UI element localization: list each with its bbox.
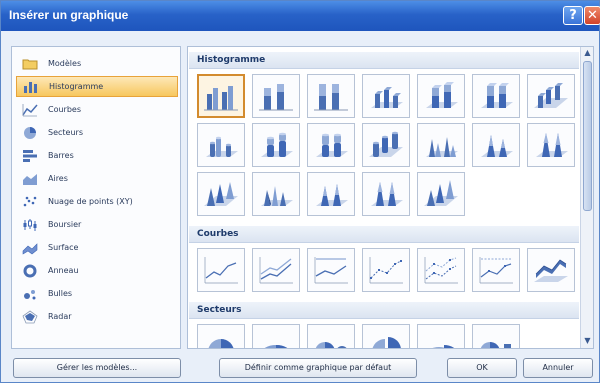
surface-chart-icon: [22, 241, 38, 255]
category-item-bulles[interactable]: Bulles: [16, 283, 178, 304]
chart-thumb-pie-of-pie[interactable]: [307, 324, 355, 348]
chart-thumb-3d-cylinder[interactable]: [362, 123, 410, 167]
chart-thumb-3d-column[interactable]: [527, 74, 575, 118]
area-chart-icon: [22, 172, 38, 186]
scatter-chart-icon: [22, 195, 38, 209]
category-item-nuage-de-points[interactable]: Nuage de points (XY): [16, 191, 178, 212]
close-icon: ✕: [587, 8, 598, 23]
cancel-button[interactable]: Annuler: [523, 358, 593, 378]
chart-thumb-stacked-cone[interactable]: [472, 123, 520, 167]
chart-thumb-100-stacked-column[interactable]: [307, 74, 355, 118]
chart-thumb-clustered-cone[interactable]: [417, 123, 465, 167]
category-label: Anneau: [48, 266, 79, 275]
help-icon: ?: [569, 8, 577, 23]
category-label: Courbes: [48, 105, 82, 114]
line-chart-icon: [22, 103, 38, 117]
chart-thumb-3d-pyramid[interactable]: [417, 172, 465, 216]
chart-thumb-100-stacked-pyramid[interactable]: [362, 172, 410, 216]
chart-thumb-3d-100-stacked-column[interactable]: [472, 74, 520, 118]
set-default-chart-button[interactable]: Définir comme graphique par défaut: [219, 358, 417, 378]
chart-thumb-clustered-column[interactable]: [197, 74, 245, 118]
category-label: Nuage de points (XY): [48, 197, 133, 206]
chart-thumb-3d-clustered-column[interactable]: [362, 74, 410, 118]
chart-thumb-100-stacked-cone[interactable]: [527, 123, 575, 167]
chart-category-list: Modèles Histogramme Courbes Secteurs Bar…: [11, 46, 181, 349]
chart-thumb-stacked-line-with-markers[interactable]: [417, 248, 465, 292]
chart-type-gallery: Histogramme Courbes Secteurs ▲ ▼: [187, 46, 594, 349]
category-label: Barres: [48, 151, 74, 160]
manage-templates-button[interactable]: Gérer les modèles...: [13, 358, 181, 378]
insert-chart-dialog: Insérer un graphique ? ✕ Modèles Histogr…: [0, 0, 600, 383]
group-header-secteurs: Secteurs: [189, 302, 579, 319]
scroll-thumb[interactable]: [583, 61, 592, 211]
category-label: Histogramme: [49, 82, 104, 91]
chart-thumb-clustered-cylinder[interactable]: [197, 123, 245, 167]
bubble-chart-icon: [22, 287, 38, 301]
radar-chart-icon: [22, 310, 38, 324]
title-bar[interactable]: Insérer un graphique ? ✕: [1, 1, 600, 31]
category-label: Bulles: [48, 289, 73, 298]
category-item-radar[interactable]: Radar: [16, 306, 178, 327]
chart-thumb-stacked-pyramid[interactable]: [307, 172, 355, 216]
chart-thumb-3d-line[interactable]: [527, 248, 575, 292]
category-label: Boursier: [48, 220, 82, 229]
scroll-down-icon[interactable]: ▼: [581, 335, 593, 347]
category-label: Aires: [48, 174, 68, 183]
chart-thumb-3d-exploded-pie[interactable]: [417, 324, 465, 348]
chart-thumb-3d-cone[interactable]: [197, 172, 245, 216]
bar-chart-icon: [22, 149, 38, 163]
category-item-secteurs[interactable]: Secteurs: [16, 122, 178, 143]
chart-thumb-100-stacked-cylinder[interactable]: [307, 123, 355, 167]
folder-icon: [22, 57, 38, 71]
column-chart-icon: [23, 80, 39, 94]
chart-thumb-3d-stacked-column[interactable]: [417, 74, 465, 118]
chart-thumb-line-with-markers[interactable]: [362, 248, 410, 292]
chart-thumb-100-stacked-line-with-markers[interactable]: [472, 248, 520, 292]
category-item-modeles[interactable]: Modèles: [16, 53, 178, 74]
category-item-barres[interactable]: Barres: [16, 145, 178, 166]
close-button[interactable]: ✕: [584, 6, 600, 25]
help-button[interactable]: ?: [563, 6, 583, 25]
chart-thumb-100-stacked-line[interactable]: [307, 248, 355, 292]
gallery-scrollbar[interactable]: ▲ ▼: [580, 47, 593, 348]
category-item-surface[interactable]: Surface: [16, 237, 178, 258]
category-label: Radar: [48, 312, 72, 321]
chart-thumb-line[interactable]: [197, 248, 245, 292]
group-header-courbes: Courbes: [189, 226, 579, 243]
ok-button[interactable]: OK: [447, 358, 517, 378]
category-label: Surface: [48, 243, 79, 252]
chart-thumb-exploded-pie[interactable]: [362, 324, 410, 348]
category-item-boursier[interactable]: Boursier: [16, 214, 178, 235]
chart-thumb-stacked-line[interactable]: [252, 248, 300, 292]
group-header-histogramme: Histogramme: [189, 52, 579, 69]
category-item-aires[interactable]: Aires: [16, 168, 178, 189]
category-label: Secteurs: [48, 128, 83, 137]
stock-chart-icon: [22, 218, 38, 232]
category-item-histogramme[interactable]: Histogramme: [16, 76, 178, 97]
scroll-up-icon[interactable]: ▲: [581, 47, 593, 59]
doughnut-chart-icon: [22, 264, 38, 278]
chart-thumb-stacked-cylinder[interactable]: [252, 123, 300, 167]
chart-thumb-stacked-column[interactable]: [252, 74, 300, 118]
category-label: Modèles: [48, 59, 82, 68]
pie-chart-icon: [22, 126, 38, 140]
chart-thumb-bar-of-pie[interactable]: [472, 324, 520, 348]
chart-thumb-3d-pie[interactable]: [252, 324, 300, 348]
category-item-courbes[interactable]: Courbes: [16, 99, 178, 120]
category-item-anneau[interactable]: Anneau: [16, 260, 178, 281]
dialog-title: Insérer un graphique: [9, 8, 129, 22]
chart-thumb-pie[interactable]: [197, 324, 245, 348]
chart-thumb-clustered-pyramid[interactable]: [252, 172, 300, 216]
